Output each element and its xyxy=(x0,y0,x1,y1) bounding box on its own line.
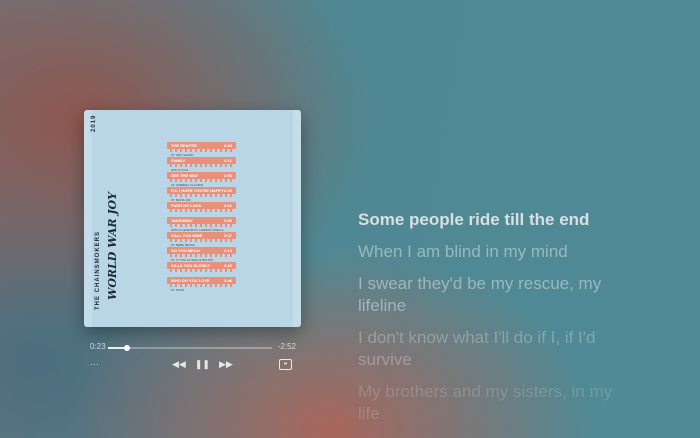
track-item: CALL YOU MINE 3:37 FT. BEBE REXHA xyxy=(167,232,236,247)
track-name: SEE THE WAY xyxy=(171,173,198,178)
track-bar: THE REAPER 3:04 xyxy=(167,142,236,152)
track-time: 3:21 xyxy=(223,158,232,163)
track-name: CALL YOU MINE xyxy=(171,233,203,238)
track-time: 3:04 xyxy=(223,143,232,148)
track-name: TAKEAWAY xyxy=(171,218,194,223)
track-bar: WHO DO YOU LOVE 3:46 xyxy=(167,277,236,287)
lyric-line[interactable]: My brothers and my sisters, in my life xyxy=(358,381,628,425)
track-time: 3:37 xyxy=(223,233,232,238)
track-bar: DO YOU MEAN 3:13 xyxy=(167,247,236,257)
track-name: WHO DO YOU LOVE xyxy=(171,278,210,283)
pause-icon[interactable]: ❚❚ xyxy=(195,359,210,370)
track-item: PUSH MY LUCK 3:01 xyxy=(167,202,236,217)
track-bar: CALL YOU MINE 3:37 xyxy=(167,232,236,242)
progress-bar[interactable] xyxy=(108,345,272,351)
track-item: P.S. I HOPE YOU'RE HAPPY 2:43 FT. BLINK-18… xyxy=(167,187,236,202)
track-item: THE REAPER 3:04 FT. AMY SHARK xyxy=(167,142,236,157)
sleeve-edge xyxy=(293,110,301,327)
lyric-line[interactable]: When I am blind in my mind xyxy=(358,241,628,263)
track-name: P.S. I HOPE YOU'RE HAPPY xyxy=(171,188,224,193)
track-name: THE REAPER xyxy=(171,143,197,148)
track-bar: KILLS YOU SLOWLY 3:33 xyxy=(167,262,236,272)
playback-controls: 0:23 -2:52 ··· ◀◀ ❚❚ ▶▶ ❝ xyxy=(90,342,296,373)
album-title: WORLD WAR JOY xyxy=(106,192,119,300)
track-name: DO YOU MEAN xyxy=(171,248,200,253)
track-item: KILLS YOU SLOWLY 3:33 xyxy=(167,262,236,277)
track-time: 2:56 xyxy=(223,173,232,178)
album-year: 2019 xyxy=(91,114,97,132)
track-bar: P.S. I HOPE YOU'RE HAPPY 2:43 xyxy=(167,187,236,197)
track-item: TAKEAWAY 3:30 WITH ILLENIUM FT. LENNON STE… xyxy=(167,217,236,232)
remaining-time: -2:52 xyxy=(277,342,296,351)
track-time: 2:43 xyxy=(223,188,232,193)
track-time: 3:13 xyxy=(223,248,232,253)
track-bar: PUSH MY LUCK 3:01 xyxy=(167,202,236,212)
track-name: PUSH MY LUCK xyxy=(171,203,202,208)
progress-knob[interactable] xyxy=(123,345,130,351)
album-spine: 2019 THE CHAINSMOKERS WORLD WAR JOY xyxy=(84,110,124,327)
lyric-line-current[interactable]: Some people ride till the end xyxy=(358,209,628,231)
fast-forward-icon[interactable]: ▶▶ xyxy=(219,359,233,370)
track-item: WHO DO YOU LOVE 3:46 FT. 5SOS xyxy=(167,277,236,292)
lyric-line[interactable]: I swear they'd be my rescue, my lifeline xyxy=(358,273,628,317)
track-feature: FT. 5SOS xyxy=(171,288,185,292)
album-artist: THE CHAINSMOKERS xyxy=(95,230,101,310)
track-bar: TAKEAWAY 3:30 xyxy=(167,217,236,227)
track-item: DO YOU MEAN 3:13 FT. TY DOLLA SIGN & BULOW xyxy=(167,247,236,262)
lyric-line[interactable]: I don't know what I'll do if I, if I'd s… xyxy=(358,327,628,371)
track-name: FAMILY xyxy=(171,158,186,163)
track-time: 3:46 xyxy=(223,278,232,283)
track-name: KILLS YOU SLOWLY xyxy=(171,263,211,268)
lyrics-panel: Some people ride till the end When I am … xyxy=(358,209,628,435)
track-bar: SEE THE WAY 2:56 xyxy=(167,172,236,182)
track-time: 3:30 xyxy=(223,218,232,223)
more-options-icon[interactable]: ··· xyxy=(90,359,99,369)
rewind-icon[interactable]: ◀◀ xyxy=(172,359,186,370)
track-time: 3:33 xyxy=(223,263,232,268)
album-tracklist: THE REAPER 3:04 FT. AMY SHARK FAMILY 3:21 WIT… xyxy=(167,142,236,292)
lyrics-icon[interactable]: ❝ xyxy=(279,359,292,370)
track-bar: FAMILY 3:21 xyxy=(167,157,236,167)
album-artwork: 2019 THE CHAINSMOKERS WORLD WAR JOY THE … xyxy=(84,110,301,327)
elapsed-time: 0:23 xyxy=(90,342,106,351)
track-item: SEE THE WAY 2:56 FT. SABRINA CLAUDIO xyxy=(167,172,236,187)
track-time: 3:01 xyxy=(223,203,232,208)
track-item: FAMILY 3:21 WITH KYGO xyxy=(167,157,236,172)
